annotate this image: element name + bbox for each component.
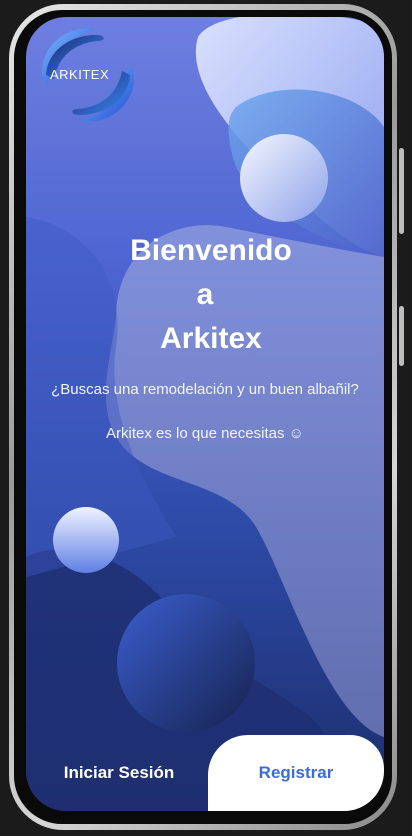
title-line-1: Bienvenido	[130, 234, 292, 267]
welcome-screen: ARKITEX Bienvenido a Arkitex ¿Buscas una…	[26, 17, 384, 811]
logo-text: ARKITEX	[50, 67, 110, 82]
tagline: Arkitex es lo que necesitas ☺	[106, 425, 304, 442]
background-shapes	[26, 17, 384, 811]
power-button	[399, 306, 404, 366]
title-line-2: a	[196, 278, 214, 311]
login-button[interactable]: Iniciar Sesión	[26, 735, 212, 811]
title-line-3: Arkitex	[160, 322, 262, 355]
register-button[interactable]: Registrar	[208, 735, 384, 811]
volume-button	[399, 148, 404, 234]
welcome-title: Bienvenido a Arkitex	[26, 229, 384, 361]
subtitle: ¿Buscas una remodelación y un buen albañ…	[51, 381, 359, 398]
